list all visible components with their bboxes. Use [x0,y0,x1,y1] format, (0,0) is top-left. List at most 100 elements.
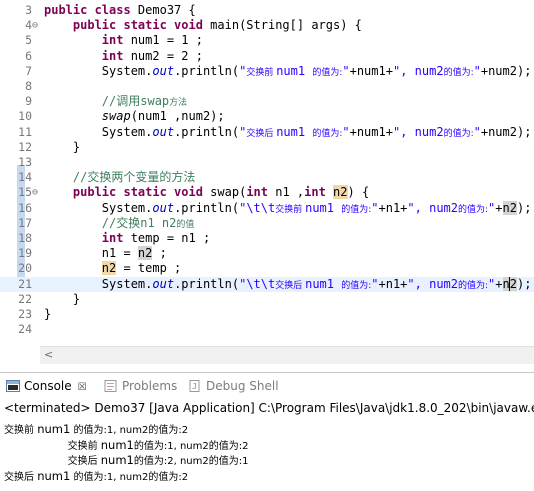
code-line[interactable]: 14 //交换两个变量的方法 [0,170,534,185]
code-token: Demo37 { [130,3,196,17]
code-token: swap [101,109,131,124]
code-token: ", [392,124,415,139]
code-text: //交换两个变量的方法 [44,170,195,185]
code-line[interactable]: 22 } [0,292,534,307]
code-token: "\t\t [239,276,276,291]
line-number: 12 [18,139,32,154]
view-tab-bar: Console ☒ Problems J Debug Shell [0,372,534,400]
line-number: 23 [18,307,32,321]
code-line[interactable]: 24 [0,322,534,337]
console-output-line: 交换后 num1的值为:2, num2的值为:1 [4,452,249,467]
code-text: public static void swap(int n1 ,int n2) … [44,185,369,200]
code-text: n1 = n2 ; [44,246,167,261]
close-icon[interactable]: ☒ [78,382,87,393]
code-line[interactable]: 4 ⊖ public static void main(String[] args… [0,18,534,33]
code-token: +n1+ [378,200,408,215]
code-line[interactable]: 13 [0,155,534,170]
line-number: 19 [18,246,32,261]
tab-console[interactable]: Console ☒ [6,377,87,395]
line-number: 14 [18,170,32,185]
code-token: int [304,185,326,200]
line-number: 11 [18,124,32,139]
code-token: public class [44,3,131,17]
console-text: 交换前 [4,425,38,436]
line-number: 7 [25,63,32,78]
console-output-line: 交换前 num1的值为:1, num2的值为:2 [4,437,249,452]
code-token: 的值为: [458,204,489,215]
code-line[interactable]: 16 System.out.println("\t\t交换前 num1 的值为:… [0,200,534,216]
tab-problems-label: Problems [122,379,178,393]
code-text: } [44,140,80,155]
code-token: 交换前 [246,67,277,78]
code-token: +n1+ [378,276,408,291]
line-number: 17 [18,215,32,230]
code-token: .println( [174,276,240,291]
code-line[interactable]: 6 int num2 = 2 ; [0,49,534,64]
code-token: } [44,307,52,321]
code-token: + [495,276,503,291]
code-line[interactable]: 20 n2 = temp ; [0,261,534,276]
tab-problems[interactable]: Problems [104,377,177,395]
scroll-left-icon[interactable]: < [44,348,53,361]
code-line[interactable]: 18 int temp = n1 ; [0,231,534,246]
code-token: 的值为: [443,128,474,139]
code-token: +num1+ [349,63,393,78]
code-line[interactable]: 23} [0,307,534,322]
code-token: 的值为: [312,67,343,78]
code-line[interactable]: 5 int num1 = 1 ; [0,33,534,48]
code-editor[interactable]: 3 public class Demo37 {4 ⊖ public static v… [0,0,534,368]
code-line[interactable]: 7 System.out.println("交换前 num1 的值为:"+num… [0,64,534,79]
code-token: .println( [174,124,240,139]
code-token: out [152,63,175,78]
code-token: 方法 [169,98,188,109]
code-line[interactable]: 19 n1 = n2 ; [0,246,534,261]
code-token: " [371,276,379,291]
code-token: num2 [414,63,444,78]
code-line[interactable]: 12 } [0,140,534,155]
code-text: int num1 = 1 ; [44,33,203,48]
line-number: 16 [18,200,32,215]
code-token: //交换 [101,215,141,230]
code-line[interactable]: 11 System.out.println("交换后 num1 的值为:"+nu… [0,125,534,140]
console-text: 的值为:1, num2的值为:2 [133,440,249,452]
console-text: num1 [100,437,134,452]
code-line[interactable]: 3 public class Demo37 { [0,3,534,18]
code-token: n2 [333,185,348,200]
horizontal-scrollbar[interactable]: < [40,346,534,364]
fold-toggle-icon[interactable]: ⊖ [32,18,38,33]
code-token: int [246,185,268,200]
code-token: public static void [72,185,203,200]
tab-debug-shell[interactable]: J Debug Shell [188,377,279,395]
code-token: num2 = 2 ; [123,48,203,63]
console-text: 交换前 [67,440,101,452]
console-text: 交换后 [67,456,101,467]
code-token: int [101,48,124,63]
line-number: 24 [18,322,32,337]
code-token: n2 [137,246,153,261]
code-token: ); [516,276,532,291]
line-number: 18 [18,231,32,245]
code-line[interactable]: 21 System.out.println("\t\t交换后 num1 的值为:… [0,276,534,292]
console-text: num1 [100,453,134,467]
code-token: swap [140,94,170,109]
code-token: num2 [429,200,458,215]
code-token: //交换两个变量的方法 [72,170,196,185]
console-text: 的值为:2, num2的值为:1 [133,456,249,467]
debug-shell-icon: J [188,379,202,392]
code-token: ", [407,200,430,215]
console-view[interactable]: <terminated> Demo37 [Java Application] C… [0,399,534,491]
code-token: main(String[] args) { [202,18,362,33]
code-token: out [152,124,175,139]
code-line[interactable]: 17 //交换n1 n2的值 [0,216,534,231]
code-token: 的值为: [341,280,372,291]
code-line[interactable]: 8 [0,79,534,94]
code-line[interactable]: 15 ⊖ public static void swap(int n1 ,int … [0,185,534,200]
code-token: = temp ; [116,261,182,276]
fold-toggle-icon[interactable]: ⊖ [32,185,38,200]
code-token: " [342,63,350,78]
code-line[interactable]: 9 //调用swap方法 [0,94,534,109]
code-line[interactable]: 10 swap(num1 ,num2); [0,109,534,124]
